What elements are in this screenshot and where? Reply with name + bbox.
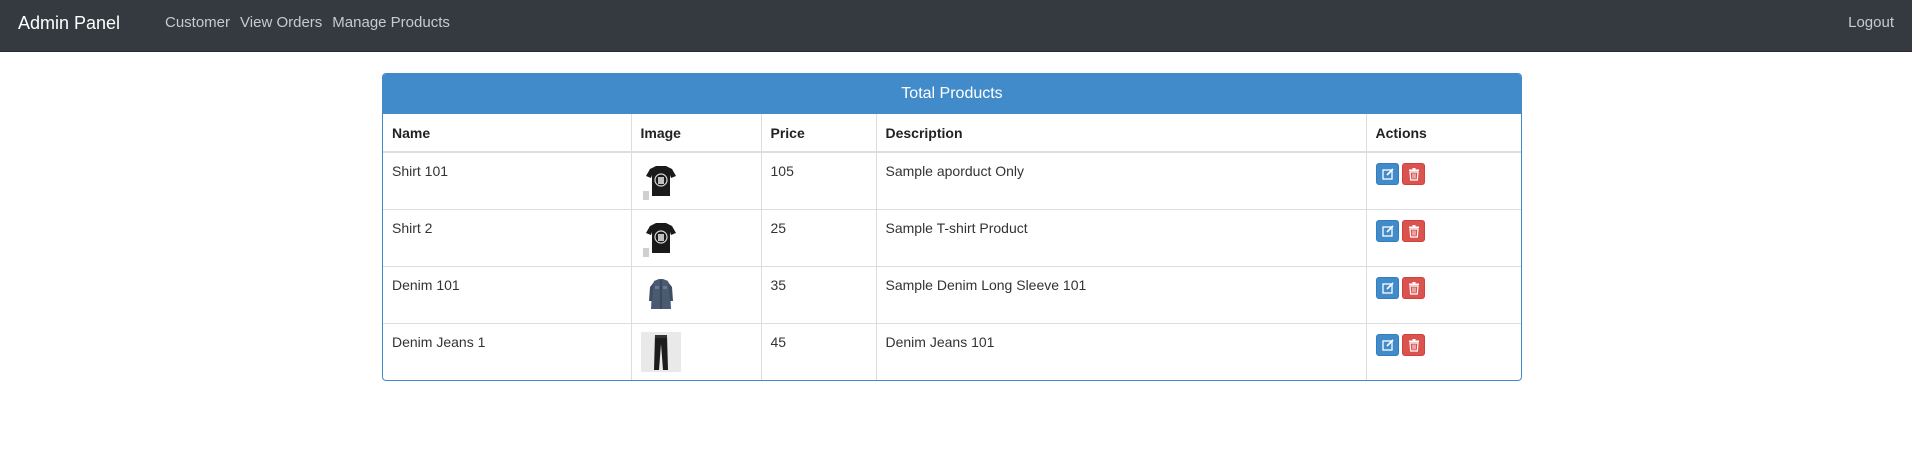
- delete-button[interactable]: [1401, 276, 1425, 299]
- edit-button[interactable]: [1375, 219, 1399, 242]
- header-description: Description: [876, 114, 1367, 153]
- header-name: Name: [383, 114, 632, 153]
- logout-link[interactable]: Logout: [1848, 14, 1894, 32]
- nav-links: Customer View Orders Manage Products: [165, 14, 450, 32]
- products-table: Name Image Price Description Actions Shi…: [383, 114, 1521, 380]
- cell-image: [631, 152, 762, 209]
- cell-image: [631, 322, 762, 380]
- delete-button[interactable]: [1401, 219, 1425, 242]
- cell-price: 25: [761, 208, 877, 266]
- jeans-image: [640, 331, 681, 372]
- table-row: Denim Jeans 1 45 Denim Jeans 101: [383, 322, 1521, 380]
- cell-description: Denim Jeans 101: [876, 322, 1367, 380]
- cell-price: 35: [761, 265, 877, 323]
- trash-icon: [1408, 338, 1419, 352]
- cell-price: 45: [761, 322, 877, 380]
- cell-actions: [1366, 265, 1521, 323]
- brand-title[interactable]: Admin Panel: [18, 13, 120, 33]
- cell-actions: [1366, 322, 1521, 380]
- cell-name: Denim 101: [383, 265, 632, 323]
- denim-shirt-image: [640, 274, 681, 315]
- edit-icon: [1381, 224, 1394, 237]
- trash-icon: [1408, 224, 1419, 238]
- trash-icon: [1408, 281, 1419, 295]
- tshirt-image: [640, 217, 681, 258]
- cell-name: Shirt 101: [383, 152, 632, 209]
- cell-description: Sample aporduct Only: [876, 152, 1367, 209]
- edit-icon: [1381, 168, 1394, 180]
- cell-actions: [1366, 208, 1521, 266]
- top-navbar: Admin Panel Customer View Orders Manage …: [0, 0, 1912, 52]
- cell-actions: [1366, 152, 1521, 209]
- edit-icon: [1381, 281, 1394, 294]
- header-price: Price: [761, 114, 877, 153]
- panel-title: Total Products: [383, 74, 1521, 114]
- cell-image: [631, 208, 762, 266]
- edit-icon: [1381, 338, 1394, 351]
- nav-link-customer[interactable]: Customer: [165, 14, 230, 32]
- header-image: Image: [631, 114, 762, 153]
- cell-description: Sample Denim Long Sleeve 101: [876, 265, 1367, 323]
- tshirt-image: [640, 161, 681, 201]
- cell-name: Denim Jeans 1: [383, 322, 632, 380]
- cell-description: Sample T-shirt Product: [876, 208, 1367, 266]
- products-panel: Total Products Name Image Price Descript…: [382, 73, 1522, 381]
- edit-button[interactable]: [1375, 276, 1399, 299]
- table-row: Shirt 101 105 Sample aporduct Only: [383, 152, 1521, 209]
- nav-link-view-orders[interactable]: View Orders: [240, 14, 322, 32]
- table-header-row: Name Image Price Description Actions: [383, 114, 1521, 153]
- header-actions: Actions: [1366, 114, 1521, 153]
- cell-image: [631, 265, 762, 323]
- table-row: Shirt 2 25 Sample T-shirt Product: [383, 208, 1521, 266]
- nav-link-manage-products[interactable]: Manage Products: [332, 14, 450, 32]
- trash-icon: [1408, 168, 1419, 181]
- delete-button[interactable]: [1401, 333, 1425, 356]
- edit-button[interactable]: [1375, 333, 1399, 356]
- table-row: Denim 101 35 Sample Denim Long Sleeve 10…: [383, 265, 1521, 323]
- cell-name: Shirt 2: [383, 208, 632, 266]
- delete-button[interactable]: [1401, 163, 1425, 185]
- edit-button[interactable]: [1375, 163, 1399, 185]
- cell-price: 105: [761, 152, 877, 209]
